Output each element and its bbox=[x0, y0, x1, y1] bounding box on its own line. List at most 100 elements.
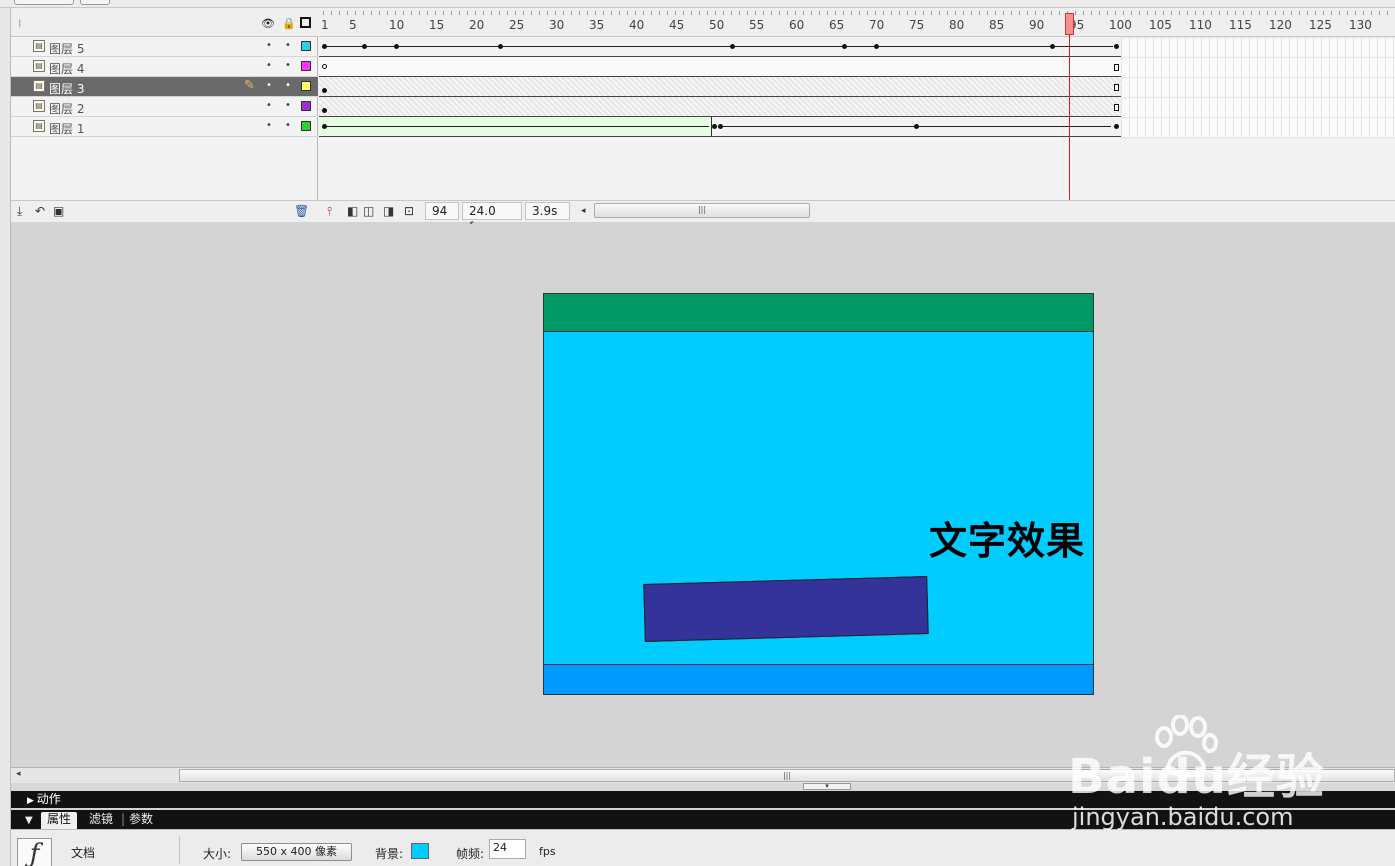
insert-folder-icon[interactable]: ▣ bbox=[53, 204, 64, 218]
scroll-left-icon[interactable]: ◂ bbox=[581, 206, 586, 216]
ruler-tick bbox=[1139, 11, 1140, 15]
grip-icon[interactable]: ⁞ bbox=[18, 18, 22, 30]
empty-frames-grid[interactable] bbox=[1121, 37, 1395, 138]
lock-dot[interactable]: • bbox=[285, 80, 291, 91]
visibility-dot[interactable]: • bbox=[266, 120, 272, 131]
center-frame-icon[interactable]: ⫯ bbox=[327, 204, 332, 219]
layer-name[interactable]: 图层 4 bbox=[49, 60, 84, 77]
ruler-tick bbox=[451, 11, 452, 15]
tab-parameters[interactable]: 参数 bbox=[129, 812, 153, 827]
tab-filters[interactable]: 滤镜 bbox=[89, 812, 113, 827]
ruler-tick bbox=[963, 11, 964, 15]
frame-ruler[interactable]: 1 5 10 15 20 25 30 35 40 45 50 55 60 65 70 75 80 85 90 95 10… bbox=[319, 8, 1395, 37]
modify-onion-markers-icon[interactable]: ⊡ bbox=[404, 204, 414, 218]
top-green-bar[interactable] bbox=[544, 294, 1093, 332]
frame-area[interactable]: 1 5 10 15 20 25 30 35 40 45 50 55 60 65 70 75 80 85 90 95 10… bbox=[319, 8, 1395, 200]
bottom-blue-bar[interactable] bbox=[544, 664, 1093, 694]
edit-multiple-frames-icon[interactable]: ◨ bbox=[383, 204, 394, 218]
ruler-tick bbox=[1107, 11, 1108, 15]
layer-name[interactable]: 图层 3 bbox=[49, 80, 84, 97]
ruler-tick bbox=[651, 11, 652, 15]
visibility-dot[interactable]: • bbox=[266, 80, 272, 91]
stage-horizontal-scrollbar[interactable]: ◂ ||| bbox=[11, 767, 1395, 783]
lock-dot[interactable]: • bbox=[285, 100, 291, 111]
ruler-tick bbox=[723, 11, 724, 15]
ruler-tick bbox=[955, 11, 956, 15]
outline-icon[interactable] bbox=[300, 17, 311, 28]
lock-icon[interactable]: 🔒 bbox=[282, 18, 296, 30]
layer-outline-color[interactable] bbox=[301, 81, 311, 91]
lock-dot[interactable]: • bbox=[285, 40, 291, 51]
ruler-tick bbox=[587, 11, 588, 15]
ruler-tick bbox=[1043, 11, 1044, 15]
size-label: 大小: bbox=[203, 847, 232, 861]
layer-icon: ▤ bbox=[33, 40, 45, 52]
ruler-tick bbox=[547, 11, 548, 15]
frame-row-layer-2[interactable] bbox=[319, 97, 1121, 117]
ruler-tick bbox=[739, 11, 740, 15]
ruler-tick bbox=[1251, 11, 1252, 15]
layer-row[interactable]: ▤ 图层 2 • • bbox=[11, 97, 318, 117]
layer-name[interactable]: 图层 2 bbox=[49, 100, 84, 117]
frame-rate-input[interactable]: 24 bbox=[489, 839, 526, 859]
lock-dot[interactable]: • bbox=[285, 120, 291, 131]
eye-icon[interactable]: 👁 bbox=[261, 18, 275, 30]
ruler-tick bbox=[483, 11, 484, 15]
tab-divider: | bbox=[121, 812, 126, 826]
ruler-tick bbox=[1027, 11, 1028, 15]
ruler-tick bbox=[1259, 11, 1260, 15]
scene-button[interactable] bbox=[14, 0, 74, 5]
background-color-swatch[interactable] bbox=[411, 843, 429, 859]
stage-text[interactable]: 文字效果 bbox=[929, 510, 1085, 565]
actions-panel-header[interactable]: ▶ 动作 bbox=[11, 791, 1395, 808]
layer-row[interactable]: ▤ 图层 1 • • bbox=[11, 117, 318, 137]
playhead-line bbox=[1069, 35, 1070, 200]
layer-outline-color[interactable] bbox=[301, 101, 311, 111]
trash-icon[interactable]: 🗑 bbox=[294, 204, 309, 218]
document-size-button[interactable]: 550 x 400 像素 bbox=[241, 843, 352, 861]
visibility-dot[interactable]: • bbox=[266, 40, 272, 51]
onion-skin-icon[interactable]: ◧ bbox=[347, 204, 358, 218]
layer-name[interactable]: 图层 1 bbox=[49, 120, 84, 137]
ruler-tick bbox=[1339, 11, 1340, 15]
ruler-tick bbox=[1283, 11, 1284, 15]
visibility-dot[interactable]: • bbox=[266, 100, 272, 111]
layer-name[interactable]: 图层 5 bbox=[49, 40, 84, 57]
lock-dot[interactable]: • bbox=[285, 60, 291, 71]
timeline-scrollbar[interactable]: ||| bbox=[594, 203, 810, 218]
layer-list: ⁞ 👁 🔒 ▤ 图层 5 • • ▤ 图层 4 • • ▤ 图层 3 ✎ • • ▤ 图层 2 • • ▤ 图层 1… bbox=[11, 8, 318, 222]
ruler-tick bbox=[843, 11, 844, 15]
layer-outline-color[interactable] bbox=[301, 121, 311, 131]
collapse-arrow-icon[interactable]: ▼ bbox=[25, 813, 33, 828]
ruler-tick bbox=[515, 11, 516, 15]
playhead[interactable] bbox=[1065, 13, 1074, 35]
onion-outline-icon[interactable]: ◫ bbox=[363, 204, 374, 218]
frame-row-layer-4[interactable] bbox=[319, 57, 1121, 77]
ruler-label: 60 bbox=[789, 18, 805, 32]
tab-properties[interactable]: 属性 bbox=[41, 812, 78, 829]
frame-rows[interactable] bbox=[319, 37, 1121, 138]
add-motion-guide-icon[interactable]: ↶ bbox=[35, 204, 45, 218]
layer-row[interactable]: ▤ 图层 5 • • bbox=[11, 37, 318, 57]
ruler-label: 110 bbox=[1189, 18, 1212, 32]
layer-row[interactable]: ▤ 图层 3 ✎ • • bbox=[11, 77, 318, 97]
stage[interactable]: 文字效果 bbox=[543, 293, 1094, 695]
layer-outline-color[interactable] bbox=[301, 61, 311, 71]
insert-layer-icon[interactable]: ⤓ bbox=[17, 204, 22, 219]
scroll-left-arrow-icon[interactable]: ◂ bbox=[16, 769, 21, 779]
ruler-tick bbox=[755, 11, 756, 15]
scrollbar-thumb[interactable]: ||| bbox=[179, 769, 1395, 782]
layer-row[interactable]: ▤ 图层 4 • • bbox=[11, 57, 318, 77]
visibility-dot[interactable]: • bbox=[266, 60, 272, 71]
purple-rectangle[interactable] bbox=[643, 576, 929, 642]
edit-button[interactable] bbox=[80, 0, 110, 5]
frame-row-layer-1[interactable] bbox=[319, 117, 1121, 137]
ruler-tick bbox=[1203, 11, 1204, 15]
ruler-tick bbox=[787, 11, 788, 15]
layer-outline-color[interactable] bbox=[301, 41, 311, 51]
collapse-panel-handle[interactable]: ▾ bbox=[803, 783, 851, 790]
frame-row-layer-5[interactable] bbox=[319, 37, 1121, 57]
panel-splitter[interactable]: ▾ bbox=[11, 783, 1395, 791]
frame-row-layer-3[interactable] bbox=[319, 77, 1121, 97]
layer-icon: ▤ bbox=[33, 60, 45, 72]
